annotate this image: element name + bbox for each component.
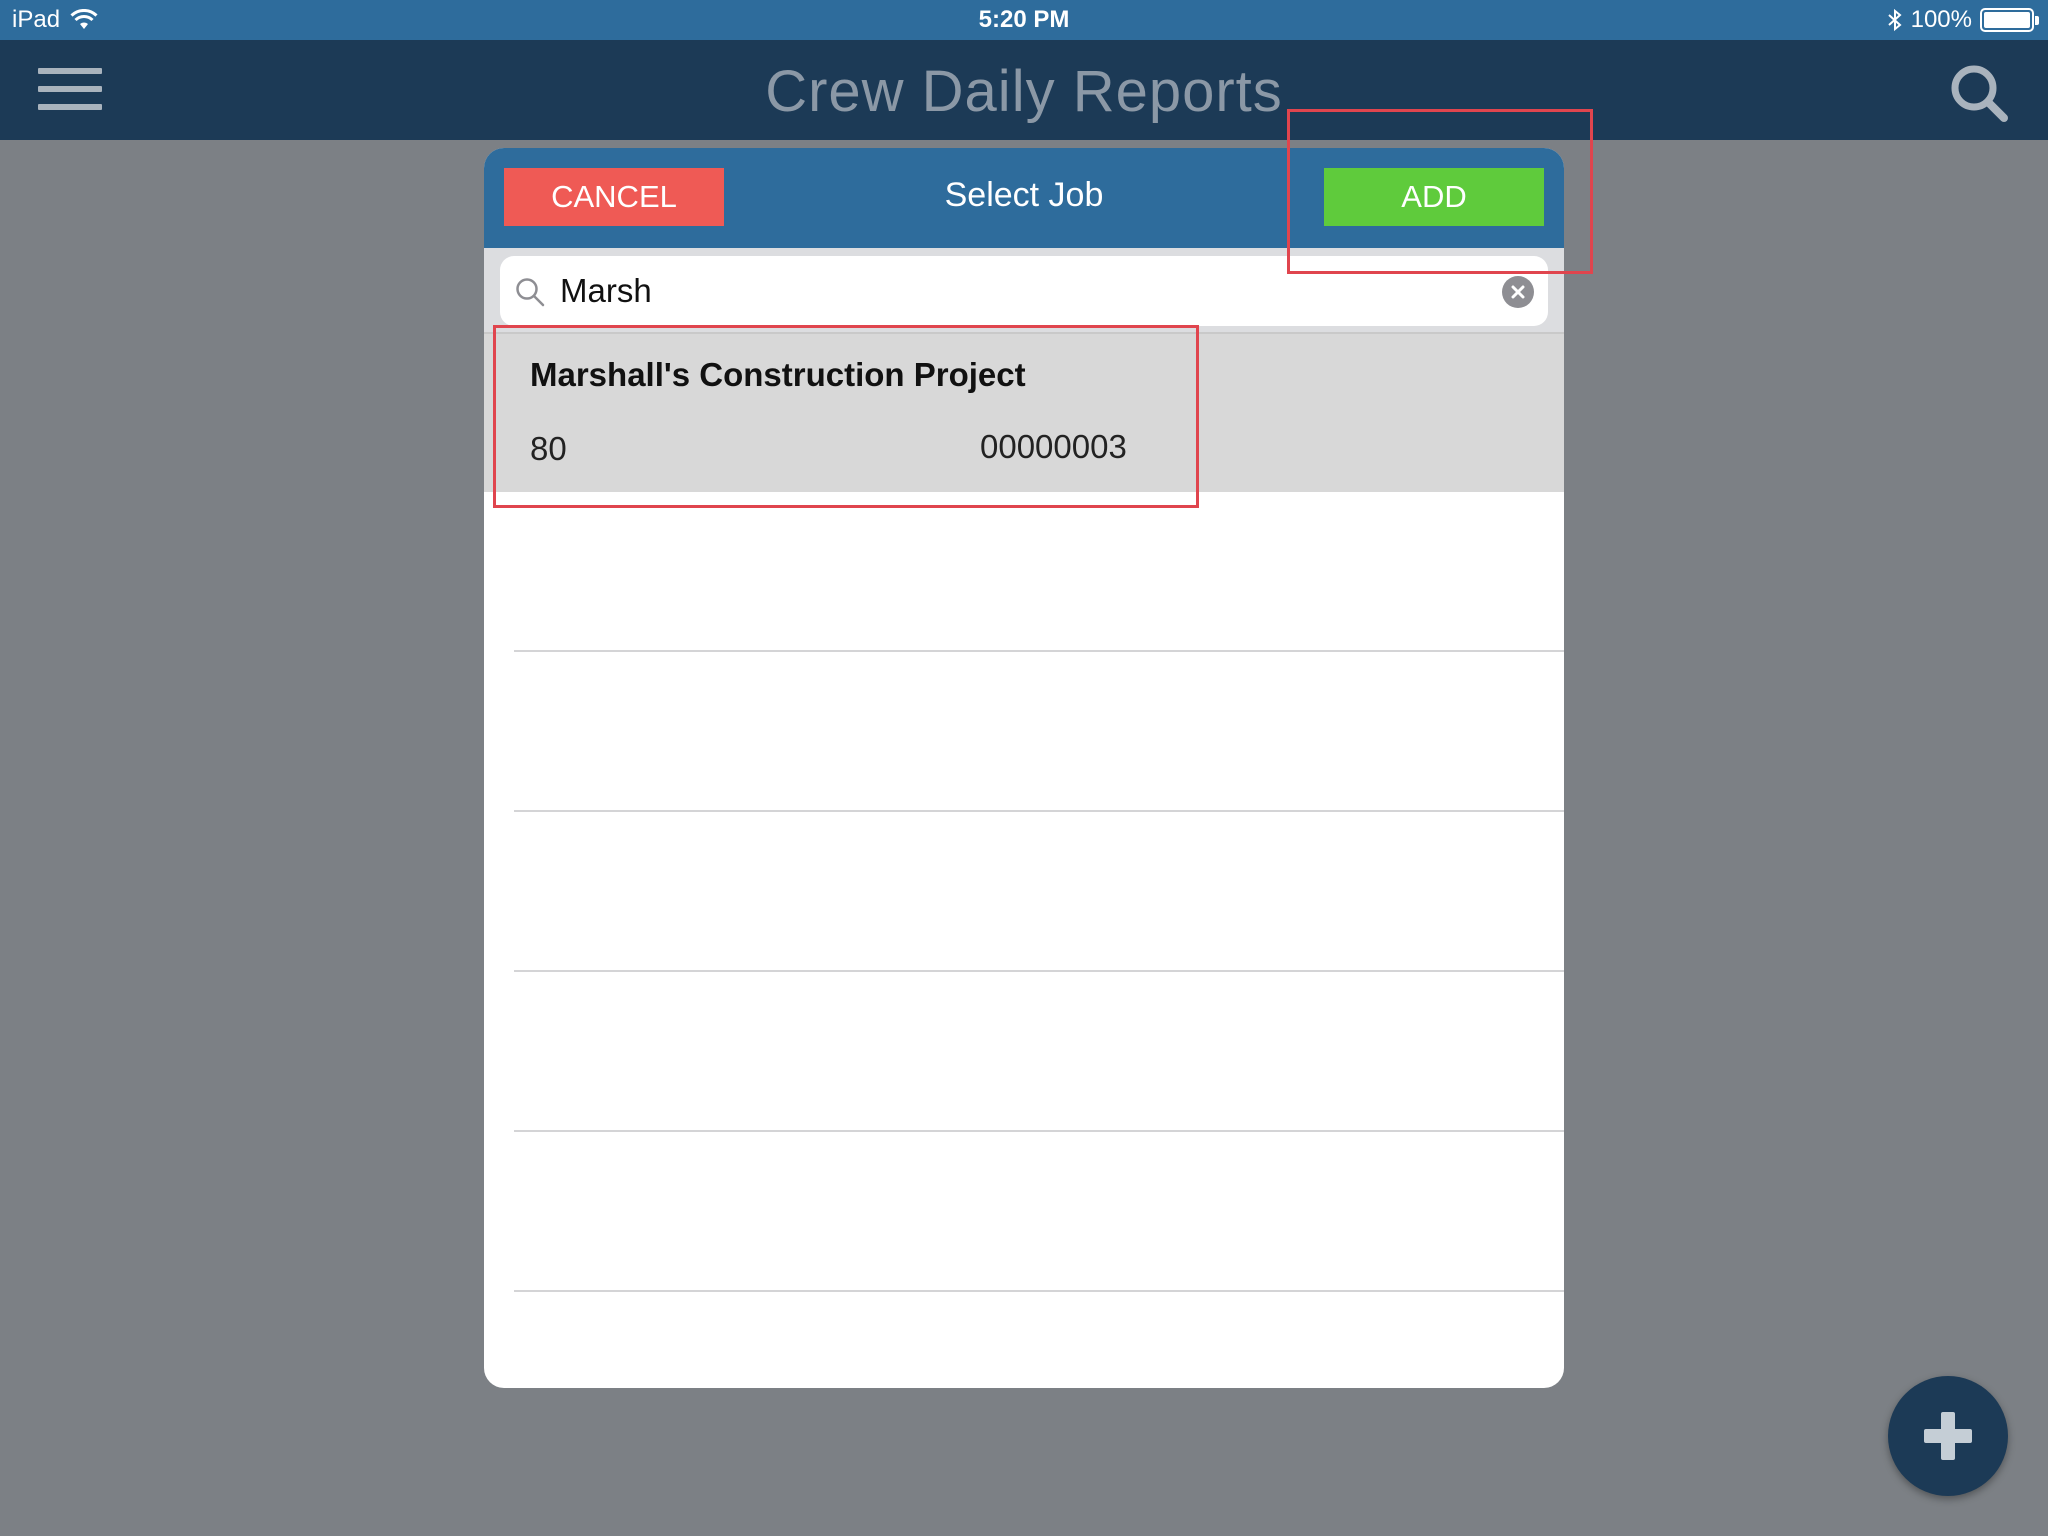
status-bar: iPad 5:20 PM 100%: [0, 0, 2048, 40]
empty-list-row: [484, 492, 1564, 652]
empty-list-row: [484, 812, 1564, 972]
job-number: 80: [530, 430, 567, 467]
search-icon: [516, 278, 545, 307]
job-code: 00000003: [980, 428, 1127, 465]
empty-list-row: [484, 1132, 1564, 1292]
battery-percent: 100%: [1910, 6, 1972, 33]
bluetooth-icon: [1887, 8, 1902, 32]
status-time: 5:20 PM: [978, 6, 1070, 33]
add-button[interactable]: ADD: [1324, 168, 1544, 226]
search-input[interactable]: [560, 264, 1460, 318]
modal-header: CANCEL Select Job ADD: [484, 148, 1564, 248]
add-report-button[interactable]: [1888, 1376, 2008, 1496]
clear-search-icon[interactable]: [1502, 276, 1534, 308]
empty-list-row: [484, 972, 1564, 1132]
job-list-item[interactable]: Marshall's Construction Project 80 00000…: [484, 332, 1564, 492]
select-job-modal: CANCEL Select Job ADD Marshall's Constru…: [484, 148, 1564, 1388]
search-bar: [484, 248, 1564, 332]
nav-bar: Crew Daily Reports: [0, 40, 2048, 140]
empty-list-row: [484, 652, 1564, 812]
battery-icon: [1980, 8, 2039, 32]
status-right: 100%: [1887, 6, 2039, 34]
search-box: [500, 256, 1548, 326]
job-title: Marshall's Construction Project: [530, 356, 1026, 393]
page-title: Crew Daily Reports: [765, 59, 1283, 124]
job-results-list: Marshall's Construction Project 80 00000…: [484, 332, 1564, 1292]
search-icon[interactable]: [1948, 62, 2010, 124]
